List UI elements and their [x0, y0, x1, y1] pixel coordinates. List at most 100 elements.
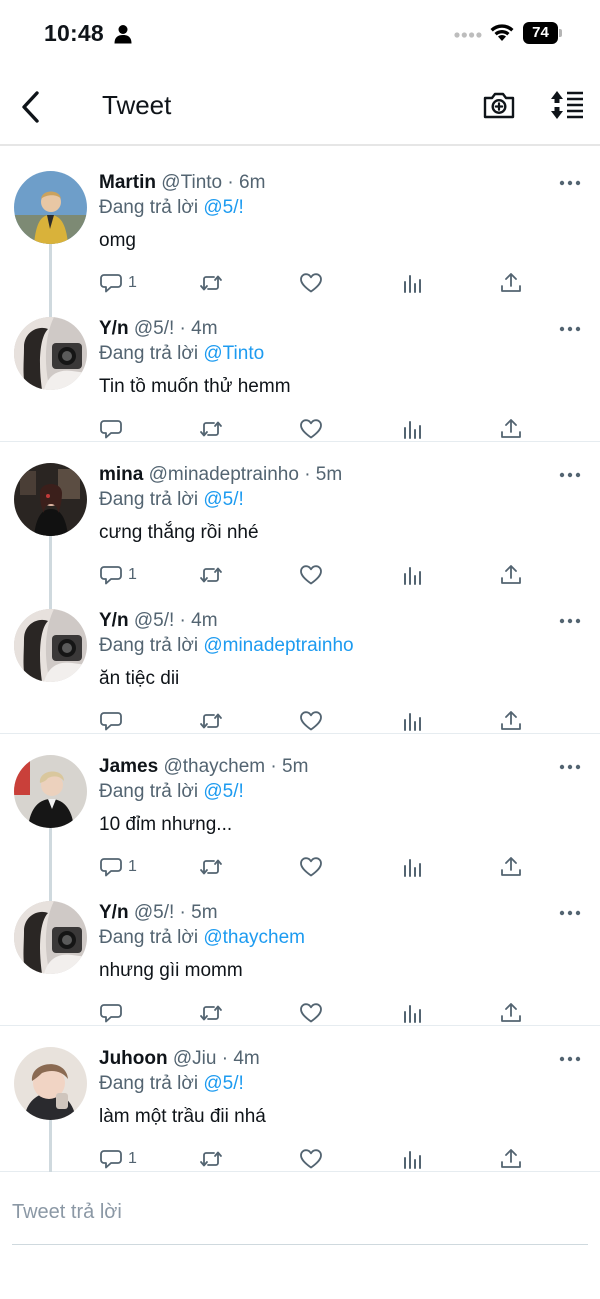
share-button[interactable]: [499, 1000, 523, 1026]
author-name[interactable]: Juhoon: [99, 1048, 168, 1069]
tweet-time: · 5m: [304, 464, 343, 485]
analytics-button[interactable]: [401, 854, 425, 880]
like-button[interactable]: [299, 1000, 323, 1026]
retweet-button[interactable]: [199, 708, 223, 734]
analytics-button[interactable]: [401, 1000, 425, 1026]
analytics-button[interactable]: [401, 270, 425, 296]
more-options-icon[interactable]: [558, 612, 582, 630]
retweet-button[interactable]: [199, 854, 223, 880]
tweet-time: · 5m: [179, 902, 218, 923]
mention-link[interactable]: @5/!: [203, 781, 243, 802]
tweet-header: Y/n @5/! · 4m: [99, 610, 218, 632]
share-button[interactable]: [499, 270, 523, 296]
top-nav-bar: Tweet: [0, 70, 600, 146]
avatar[interactable]: [14, 609, 87, 682]
avatar[interactable]: [14, 901, 87, 974]
reply-button[interactable]: 1: [99, 562, 137, 588]
analytics-button[interactable]: [401, 708, 425, 734]
sort-icon[interactable]: [548, 89, 584, 121]
tweet-item[interactable]: James @thaychem · 5m Đang trả lời @5/! 10 …: [0, 734, 600, 880]
reply-button[interactable]: 1: [99, 270, 137, 296]
analytics-button[interactable]: [401, 1146, 425, 1172]
page-title: Tweet: [102, 90, 172, 120]
reply-icon: [99, 855, 123, 879]
like-button[interactable]: [299, 562, 323, 588]
author-handle: @5/!: [133, 318, 175, 339]
replying-to-label: Đang trả lời: [99, 927, 199, 948]
avatar[interactable]: [14, 317, 87, 390]
retweet-button[interactable]: [199, 270, 223, 296]
retweet-button[interactable]: [199, 1000, 223, 1026]
tweet-item[interactable]: Y/n @5/! · 5m Đang trả lời @thaychem nhưng…: [0, 880, 600, 1026]
share-button[interactable]: [499, 562, 523, 588]
like-button[interactable]: [299, 708, 323, 734]
mention-link[interactable]: @minadeptrainho: [203, 635, 353, 656]
more-options-icon[interactable]: [558, 758, 582, 776]
tweet-header: Martin @Tinto · 6m: [99, 172, 265, 194]
mention-link[interactable]: @5/!: [203, 489, 243, 510]
tweet-time: · 6m: [227, 172, 266, 193]
author-name[interactable]: James: [99, 756, 158, 777]
retweet-icon: [199, 855, 223, 879]
retweet-button[interactable]: [199, 416, 223, 442]
tweet-item[interactable]: mina @minadeptrainho · 5m Đang trả lời @5…: [0, 442, 600, 588]
more-options-icon[interactable]: [558, 1050, 582, 1068]
more-options-icon[interactable]: [558, 174, 582, 192]
tweet-actions: 1: [99, 1146, 529, 1172]
more-options-icon[interactable]: [558, 904, 582, 922]
more-options-icon[interactable]: [558, 466, 582, 484]
avatar[interactable]: [14, 463, 87, 536]
author-name[interactable]: Y/n: [99, 902, 129, 923]
like-button[interactable]: [299, 854, 323, 880]
tweet-item[interactable]: Martin @Tinto · 6m Đang trả lời @5/! omg 1: [0, 150, 600, 296]
mention-link[interactable]: @5/!: [203, 197, 243, 218]
reply-button[interactable]: [99, 708, 128, 734]
reply-button[interactable]: [99, 1000, 128, 1026]
like-button[interactable]: [299, 270, 323, 296]
avatar[interactable]: [14, 171, 87, 244]
mention-link[interactable]: @Tinto: [203, 343, 264, 364]
share-button[interactable]: [499, 1146, 523, 1172]
avatar[interactable]: [14, 755, 87, 828]
replying-to: Đang trả lời @5/!: [99, 781, 244, 803]
tweet-item[interactable]: Y/n @5/! · 4m Đang trả lời @minadeptrainh…: [0, 588, 600, 734]
author-name[interactable]: Martin: [99, 172, 156, 193]
retweet-icon: [199, 417, 223, 441]
author-name[interactable]: Y/n: [99, 318, 129, 339]
more-options-icon[interactable]: [558, 320, 582, 338]
tweet-actions: [99, 708, 529, 734]
tweet-text: ăn tiệc dii: [99, 668, 180, 689]
tweet-item[interactable]: Y/n @5/! · 4m Đang trả lời @Tinto Tin tồ m…: [0, 296, 600, 442]
mention-link[interactable]: @thaychem: [203, 927, 305, 948]
retweet-button[interactable]: [199, 562, 223, 588]
share-button[interactable]: [499, 416, 523, 442]
share-icon: [499, 709, 523, 733]
share-button[interactable]: [499, 854, 523, 880]
reply-input[interactable]: [12, 1195, 588, 1229]
camera-plus-icon[interactable]: [482, 88, 516, 122]
analytics-button[interactable]: [401, 562, 425, 588]
replying-to-label: Đang trả lời: [99, 343, 199, 364]
reply-count: 1: [128, 274, 137, 291]
tweet-item[interactable]: Juhoon @Jiu · 4m Đang trả lời @5/! làm một…: [0, 1026, 600, 1172]
share-button[interactable]: [499, 708, 523, 734]
tweet-time: · 4m: [179, 318, 218, 339]
reply-button[interactable]: 1: [99, 1146, 137, 1172]
like-icon: [299, 855, 323, 879]
like-icon: [299, 709, 323, 733]
author-name[interactable]: Y/n: [99, 610, 129, 631]
like-button[interactable]: [299, 416, 323, 442]
like-button[interactable]: [299, 1146, 323, 1172]
avatar[interactable]: [14, 1047, 87, 1120]
replying-to: Đang trả lời @Tinto: [99, 343, 264, 365]
replying-to-label: Đang trả lời: [99, 1073, 199, 1094]
replying-to: Đang trả lời @5/!: [99, 197, 244, 219]
mention-link[interactable]: @5/!: [203, 1073, 243, 1094]
analytics-button[interactable]: [401, 416, 425, 442]
tweet-header: mina @minadeptrainho · 5m: [99, 464, 342, 486]
back-chevron-icon[interactable]: [16, 88, 48, 126]
retweet-button[interactable]: [199, 1146, 223, 1172]
reply-button[interactable]: 1: [99, 854, 137, 880]
author-name[interactable]: mina: [99, 464, 143, 485]
reply-button[interactable]: [99, 416, 128, 442]
